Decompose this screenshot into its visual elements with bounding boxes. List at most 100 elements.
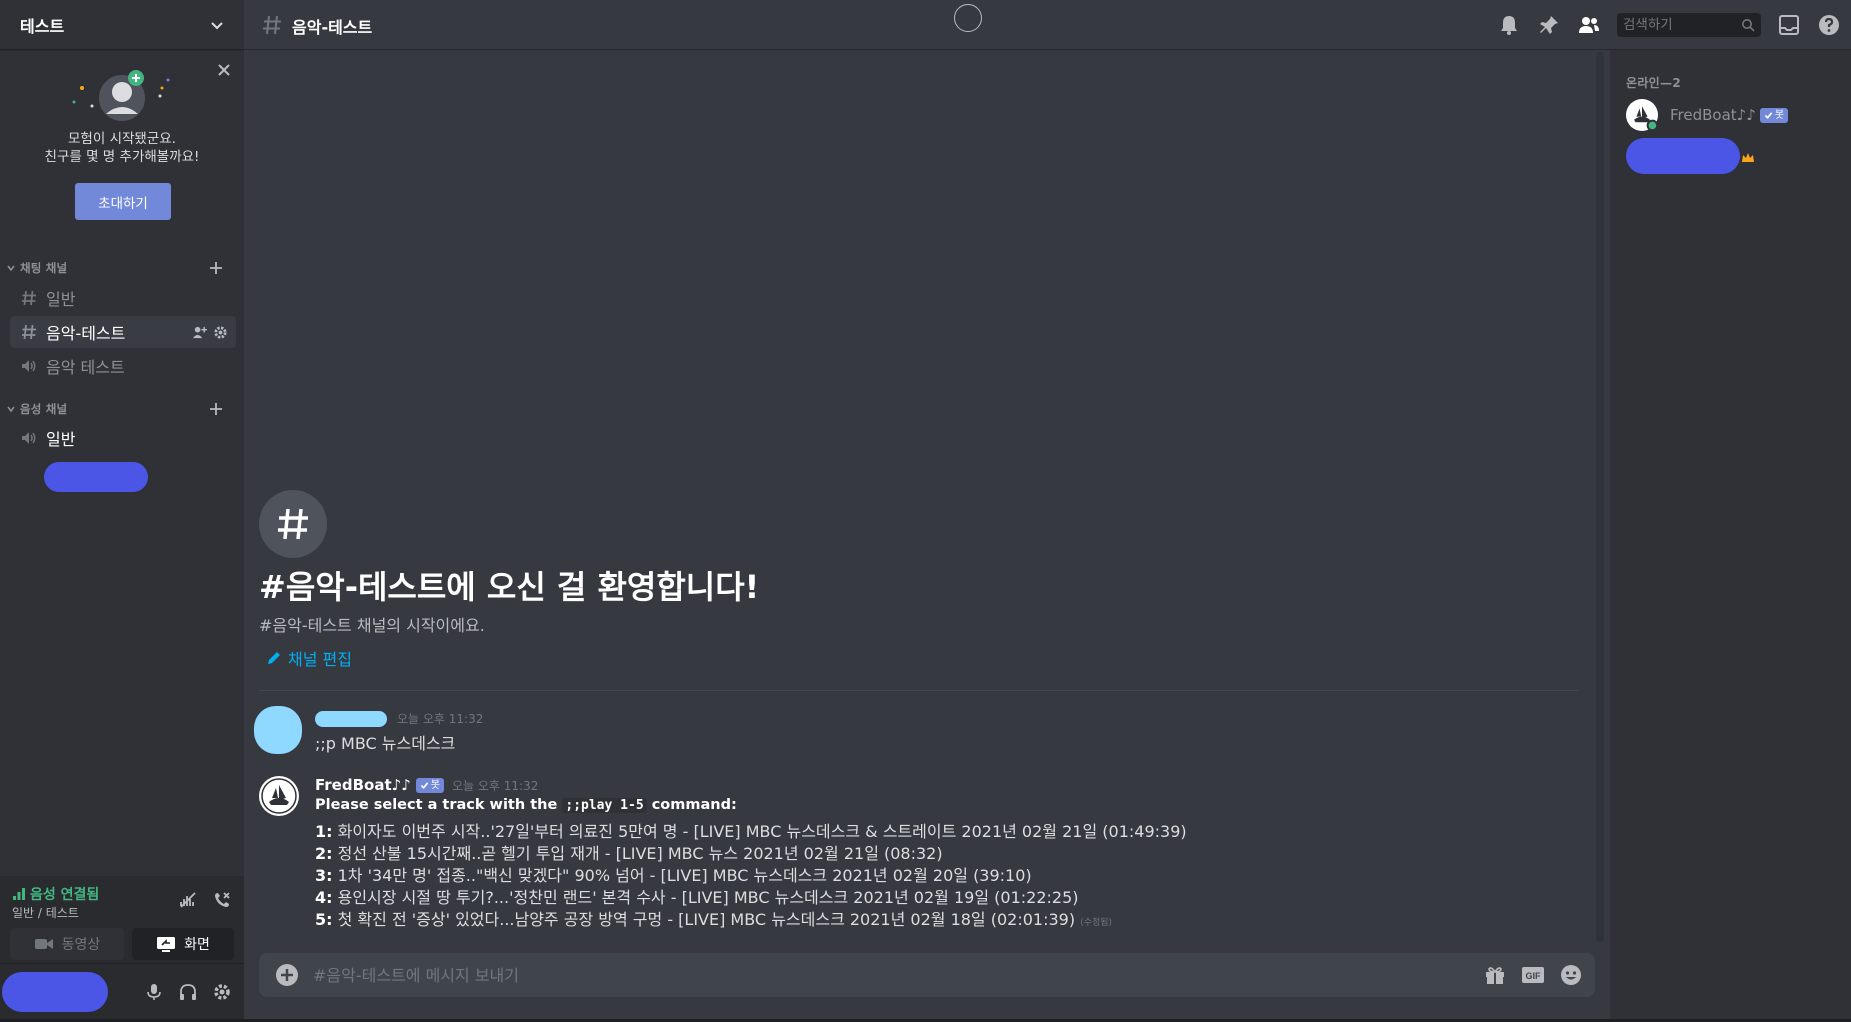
welcome-line-1: 모험이 시작됐군요. [68,131,176,147]
close-icon[interactable] [216,62,232,78]
track-line: 1: 화이자도 이번주 시작..'27일'부터 의료진 5만여 명 - [LIV… [315,818,1187,842]
attach-plus-icon[interactable] [275,963,299,987]
members-icon[interactable] [1577,13,1601,37]
redacted-user[interactable] [2,972,108,1012]
track-line: 5: 첫 확진 전 '증상' 있었다...남양주 공장 방역 구멍 - [LIV… [315,906,1112,930]
check-icon [420,781,429,789]
scrollbar-track[interactable] [1596,52,1604,942]
channel-hash-badge [259,490,327,558]
pencil-icon [268,652,280,664]
video-button[interactable]: 동영상 [10,928,124,960]
welcome-card: 모험이 시작됐군요. 친구를 몇 명 추가해볼까요! 초대하기 [12,58,232,228]
camera-icon [34,939,53,949]
channel-label: 일반 [46,430,76,449]
track-text: 1차 '34만 명' 접종.."백신 맞겠다" 90% 넘어 - [LIVE] … [332,866,1032,885]
bot-tag: 봇 [1759,107,1789,123]
check-icon [1764,111,1773,119]
search-input[interactable] [1617,13,1761,37]
track-line: 3: 1차 '34만 명' 접종.."백신 맞겠다" 90% 넘어 - [LIV… [315,862,1032,886]
composer-actions: GIF [1483,963,1583,987]
message-composer: GIF [259,953,1595,997]
fredboat-avatar-icon [1626,99,1659,132]
channel-label: 음악-테스트 [46,324,126,343]
track-text: 용인시장 시절 땅 투기?...'정찬민 랜드' 본격 수사 - [LIVE] … [332,888,1079,907]
track-line: 2: 정선 산불 15시간째..곧 헬기 투입 재개 - [LIVE] MBC … [315,840,943,864]
bell-icon[interactable] [1497,13,1521,37]
server-header[interactable]: 테스트 [0,0,244,50]
speaker-icon [22,432,36,444]
help-icon[interactable] [1817,13,1841,37]
gift-icon[interactable] [1483,963,1507,987]
bot-tag-label: 봇 [430,779,440,791]
mouse-cursor-indicator [954,4,982,32]
search-box[interactable] [1617,13,1761,37]
track-number: 5: [315,910,333,929]
author-name[interactable]: FredBoat♪♪ [315,776,411,794]
disconnect-icon[interactable] [212,890,232,910]
search-icon [1742,19,1755,32]
hash-icon [263,15,281,35]
avatar[interactable] [254,706,302,754]
member-item-fredboat[interactable]: FredBoat♪♪ 봇 [1626,94,1841,136]
edit-channel-label: 채널 편집 [288,650,352,669]
hash-icon [22,290,36,306]
headphones-icon[interactable] [178,982,198,1002]
redacted-voice-user [44,462,148,492]
hash-icon [278,508,308,540]
screen-share-icon [157,937,176,952]
message-content: ;;p MBC 뉴스데스크 [315,734,456,753]
track-number: 3: [315,866,333,885]
gear-icon[interactable] [212,982,232,1002]
track-number: 2: [315,844,333,863]
intro-prefix: Please select a track with the [315,797,563,813]
message-header: FredBoat♪♪ 봇 오늘 오후 11:32 [315,776,538,794]
edit-channel-link[interactable]: 채널 편집 [266,646,352,670]
gif-icon[interactable]: GIF [1521,963,1545,987]
channel-item-music-test[interactable]: 음악-테스트 [10,316,236,348]
channel-item-general[interactable]: 일반 [10,282,236,314]
emoji-icon[interactable] [1559,963,1583,987]
chevron-down-icon[interactable] [208,16,226,34]
play-command-code: ;;play 1-5 [562,798,647,813]
category-voice-channels[interactable]: 음성 채널 [6,399,238,419]
avatar[interactable] [259,776,299,816]
noise-suppression-icon[interactable] [178,890,198,910]
channel-label: 일반 [46,290,76,309]
message-input[interactable] [313,953,1413,997]
fredboat-avatar-icon [259,776,299,816]
welcome-text: 모험이 시작됐군요. 친구를 몇 명 추가해볼까요! [12,130,232,166]
voice-status[interactable]: 음성 연결됨 [12,884,99,904]
chat-header: 음악-테스트 [244,0,1851,50]
gear-icon[interactable] [213,325,228,340]
intro-suffix: command: [646,797,737,813]
add-channel-icon[interactable] [208,401,224,417]
redacted-member[interactable] [1626,138,1740,174]
divider [259,690,1579,691]
track-number: 1: [315,822,333,841]
create-invite-icon[interactable] [192,325,207,340]
speaker-icon [22,360,36,372]
timestamp: 오늘 오후 11:32 [451,778,539,793]
category-label: 채팅 채널 [20,261,68,275]
bot-tag: 봇 [415,777,444,793]
track-line: 4: 용인시장 시절 땅 투기?...'정찬민 랜드' 본격 수사 - [LIV… [315,884,1079,908]
microphone-icon[interactable] [144,982,164,1002]
category-text-channels[interactable]: 채팅 채널 [6,258,238,278]
message-header: 오늘 오후 11:32 [315,710,483,727]
channel-item-music-voice[interactable]: 음악 테스트 [10,350,236,382]
inbox-icon[interactable] [1777,13,1801,37]
voice-channel-item-general[interactable]: 일반 [10,422,236,454]
track-text: 첫 확진 전 '증상' 있었다...남양주 공장 방역 구멍 - [LIVE] … [332,910,1076,929]
channel-tools [192,325,228,340]
add-channel-icon[interactable] [208,260,224,276]
member-list: 온라인—2 FredBoat♪♪ 봇 [1610,50,1851,1022]
crown-icon [1742,153,1754,162]
redacted-username[interactable] [315,710,387,727]
pin-icon[interactable] [1537,13,1561,37]
screen-share-button[interactable]: 화면 [132,928,234,960]
invite-button[interactable]: 초대하기 [75,183,171,220]
avatar [1626,99,1659,132]
signal-icon [13,888,25,900]
user-panel [0,964,244,1022]
screen-label: 화면 [184,937,210,953]
